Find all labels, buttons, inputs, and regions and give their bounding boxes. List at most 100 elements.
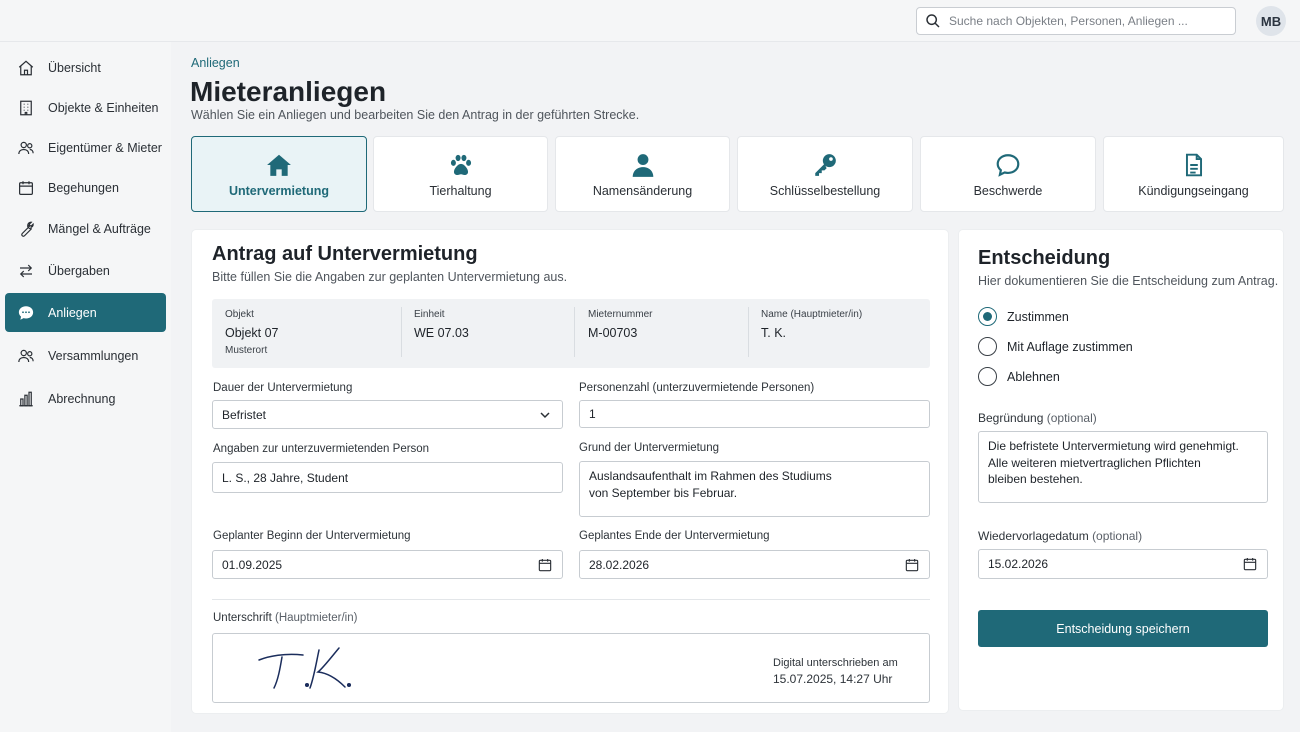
personen-value: 1 [589, 407, 596, 421]
begruendung-textarea[interactable]: Die befristete Untervermietung wird gene… [978, 431, 1268, 503]
unterschrift-label: Unterschrift (Hauptmieter/in) [213, 612, 358, 624]
signature-info: Digital unterschrieben am 15.07.2025, 14… [773, 657, 898, 686]
sidebar-item-label: Objekte & Einheiten [48, 100, 159, 115]
sidebar-item-abrechnung[interactable]: Abrechnung [5, 379, 166, 418]
radio-ablehnen[interactable]: Ablehnen [978, 367, 1060, 386]
sidebar-item-uebergaben[interactable]: Übergaben [5, 251, 166, 290]
grund-label: Grund der Untervermietung [579, 442, 719, 454]
sidebar-item-maengel[interactable]: Mängel & Aufträge [5, 209, 166, 248]
radio-circle[interactable] [978, 307, 997, 326]
info-label: Objekt [225, 309, 254, 320]
search-box[interactable] [916, 7, 1236, 35]
breadcrumb[interactable]: Anliegen [191, 56, 240, 70]
application-form-panel: Antrag auf Untervermietung Bitte füllen … [191, 229, 949, 714]
sidebar-item-uebersicht[interactable]: Übersicht [5, 48, 166, 87]
sidebar-item-label: Anliegen [48, 305, 97, 320]
radio-label: Zustimmen [1007, 309, 1069, 324]
type-card-label: Schlüsselbestellung [769, 184, 881, 198]
type-card-label: Untervermietung [228, 184, 330, 198]
sidebar-item-label: Mängel & Aufträge [48, 221, 151, 236]
sidebar: Übersicht Objekte & Einheiten Eigentümer… [0, 42, 171, 732]
type-card-label: Beschwerde [973, 184, 1043, 198]
sidebar-item-objekte[interactable]: Objekte & Einheiten [5, 88, 166, 127]
type-card-tierhaltung[interactable]: Tierhaltung [373, 136, 548, 212]
page-title: Mieteranliegen [190, 76, 387, 107]
sidebar-item-eigentuemer[interactable]: Eigentümer & Mieter [5, 128, 166, 167]
ende-value: 28.02.2026 [589, 557, 650, 572]
wiedervorlage-label: Wiedervorlagedatum (optional) [978, 529, 1143, 543]
calendar-icon[interactable] [537, 557, 553, 573]
begruendung-label: Begründung (optional) [978, 411, 1097, 425]
save-decision-button[interactable]: Entscheidung speichern [978, 610, 1268, 647]
divider [212, 599, 930, 600]
info-value: Objekt 07 [225, 326, 279, 340]
angaben-label: Angaben zur unterzuvermietenden Person [213, 443, 430, 455]
signature-image [258, 647, 352, 689]
calendar-icon [19, 180, 33, 195]
radio-label: Ablehnen [1007, 369, 1060, 384]
info-label: Einheit [414, 309, 445, 320]
dauer-select[interactable]: Befristet [212, 400, 563, 429]
info-value: M-00703 [588, 326, 638, 340]
type-card-kuendigung[interactable]: Kündigungseingang [1103, 136, 1284, 212]
info-label: Mieternummer [588, 309, 653, 320]
personen-input[interactable]: 1 [579, 400, 930, 428]
decision-title: Entscheidung [978, 247, 1111, 269]
divider [574, 307, 575, 357]
sidebar-item-label: Abrechnung [48, 391, 116, 406]
sidebar-item-begehungen[interactable]: Begehungen [5, 168, 166, 207]
angaben-input[interactable]: L. S., 28 Jahre, Student [212, 462, 563, 493]
radio-mit-auflage[interactable]: Mit Auflage zustimmen [978, 337, 1133, 356]
page-subtitle: Wählen Sie ein Anliegen und bearbeiten S… [191, 108, 640, 122]
decision-panel: Entscheidung Hier dokumentieren Sie die … [958, 229, 1284, 711]
form-subtitle: Bitte füllen Sie die Angaben zur geplant… [212, 270, 568, 284]
divider [748, 307, 749, 357]
home-icon [18, 59, 34, 75]
search-icon [926, 14, 940, 28]
calendar-icon[interactable] [904, 557, 920, 573]
info-sub: Musterort [225, 345, 268, 356]
sidebar-item-label: Eigentümer & Mieter [48, 140, 162, 155]
dauer-value: Befristet [222, 407, 267, 422]
radio-zustimmen[interactable]: Zustimmen [978, 307, 1069, 326]
radio-circle[interactable] [978, 337, 997, 356]
type-card-namensaenderung[interactable]: Namensänderung [555, 136, 730, 212]
wrench-icon [21, 221, 34, 237]
speech-bubble-icon [996, 154, 1020, 177]
search-input[interactable] [949, 14, 1229, 28]
sidebar-item-label: Versammlungen [48, 348, 139, 363]
users-icon [18, 141, 34, 154]
type-card-schluessel[interactable]: Schlüsselbestellung [737, 136, 913, 212]
sidebar-item-anliegen[interactable]: Anliegen [5, 293, 166, 332]
beginn-value: 01.09.2025 [222, 557, 283, 572]
sidebar-item-label: Übersicht [48, 60, 101, 75]
beginn-date-input[interactable]: 01.09.2025 [212, 550, 563, 579]
person-icon [632, 154, 653, 177]
user-avatar[interactable]: MB [1256, 6, 1286, 36]
type-card-label: Tierhaltung [429, 184, 492, 198]
chevron-down-icon [540, 411, 550, 418]
type-card-label: Namensänderung [592, 184, 693, 198]
ende-label: Geplantes Ende der Untervermietung [579, 530, 770, 542]
radio-label: Mit Auflage zustimmen [1007, 339, 1133, 354]
sidebar-item-versammlungen[interactable]: Versammlungen [5, 336, 166, 375]
grund-textarea[interactable]: Auslandsaufenthalt im Rahmen des Studium… [579, 461, 930, 517]
ende-date-input[interactable]: 28.02.2026 [579, 550, 930, 579]
info-label: Name (Hauptmieter/in) [761, 309, 863, 320]
form-title: Antrag auf Untervermietung [212, 243, 478, 265]
document-icon [1185, 153, 1202, 177]
type-card-untervermietung[interactable]: Untervermietung [191, 136, 367, 212]
radio-circle[interactable] [978, 367, 997, 386]
type-card-beschwerde[interactable]: Beschwerde [920, 136, 1096, 212]
swap-icon [19, 264, 33, 277]
users-icon [18, 349, 34, 362]
calendar-icon[interactable] [1242, 556, 1258, 572]
info-value: T. K. [761, 326, 787, 340]
wiedervorlage-date-input[interactable]: 15.02.2026 [978, 549, 1268, 579]
bar-chart-icon [19, 391, 33, 406]
key-icon [815, 154, 836, 176]
dauer-label: Dauer der Untervermietung [213, 382, 353, 394]
house-icon [267, 154, 291, 176]
tenant-info-box: Objekt Objekt 07 Musterort Einheit WE 07… [212, 299, 930, 368]
info-value: WE 07.03 [414, 326, 469, 340]
